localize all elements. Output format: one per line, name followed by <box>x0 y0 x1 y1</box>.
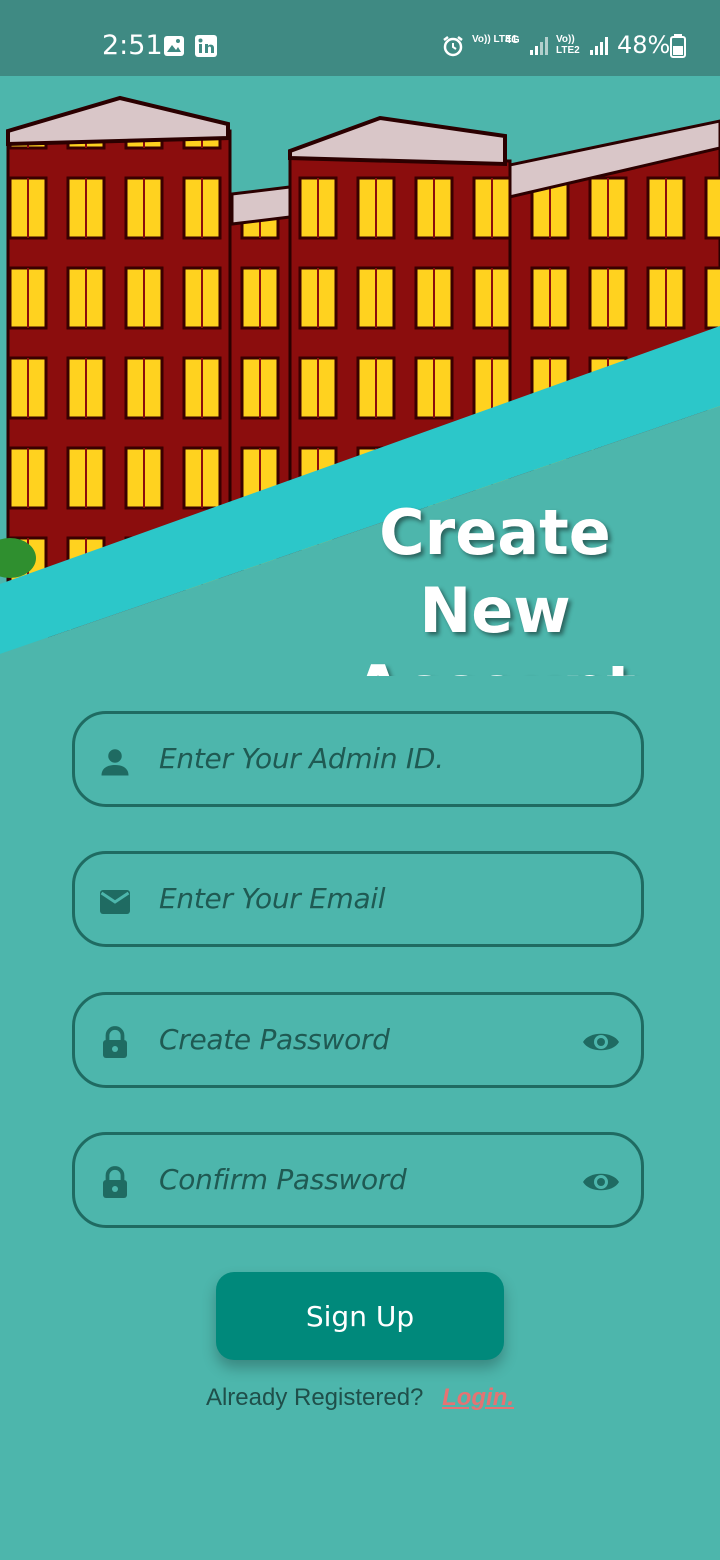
hero-illustration: Create New Account <box>0 76 720 676</box>
status-bar: 2:51 Vo)) LTE1 4G Vo)) LTE2 48% <box>0 0 720 76</box>
create-password-placeholder: Create Password <box>159 1023 390 1056</box>
admin-id-placeholder: Enter Your Admin ID. <box>159 742 444 775</box>
confirm-password-placeholder: Confirm Password <box>159 1163 407 1196</box>
alarm-icon <box>443 36 463 57</box>
battery-percent: 48% <box>617 31 671 59</box>
confirm-password-field[interactable]: Confirm Password <box>72 1132 644 1228</box>
lte2-signal-icon <box>590 37 608 55</box>
email-field[interactable]: Enter Your Email <box>72 851 644 947</box>
already-registered-text: Already Registered? <box>205 1384 424 1411</box>
lte1-signal-icon <box>530 37 548 55</box>
eye-icon[interactable] <box>581 1167 621 1197</box>
create-password-field[interactable]: Create Password <box>72 992 644 1088</box>
battery-icon <box>670 34 686 58</box>
person-icon <box>101 749 129 776</box>
linkedin-icon <box>195 35 217 57</box>
sign-up-button[interactable]: Sign Up <box>216 1272 504 1360</box>
email-placeholder: Enter Your Email <box>159 882 386 915</box>
lte2-label: Vo)) LTE2 <box>556 34 580 56</box>
login-link[interactable]: Login. <box>442 1384 514 1411</box>
gallery-icon <box>164 36 184 56</box>
login-prompt: Already Registered? Login. <box>0 1384 720 1412</box>
lock-icon <box>103 1026 127 1058</box>
mail-icon <box>100 890 130 914</box>
lock-icon <box>103 1166 127 1198</box>
eye-icon[interactable] <box>581 1027 621 1057</box>
net-type-label: 4G <box>505 34 520 46</box>
admin-id-field[interactable]: Enter Your Admin ID. <box>72 711 644 807</box>
status-time: 2:51 <box>102 30 163 61</box>
page-title: Create New Account <box>354 496 636 676</box>
